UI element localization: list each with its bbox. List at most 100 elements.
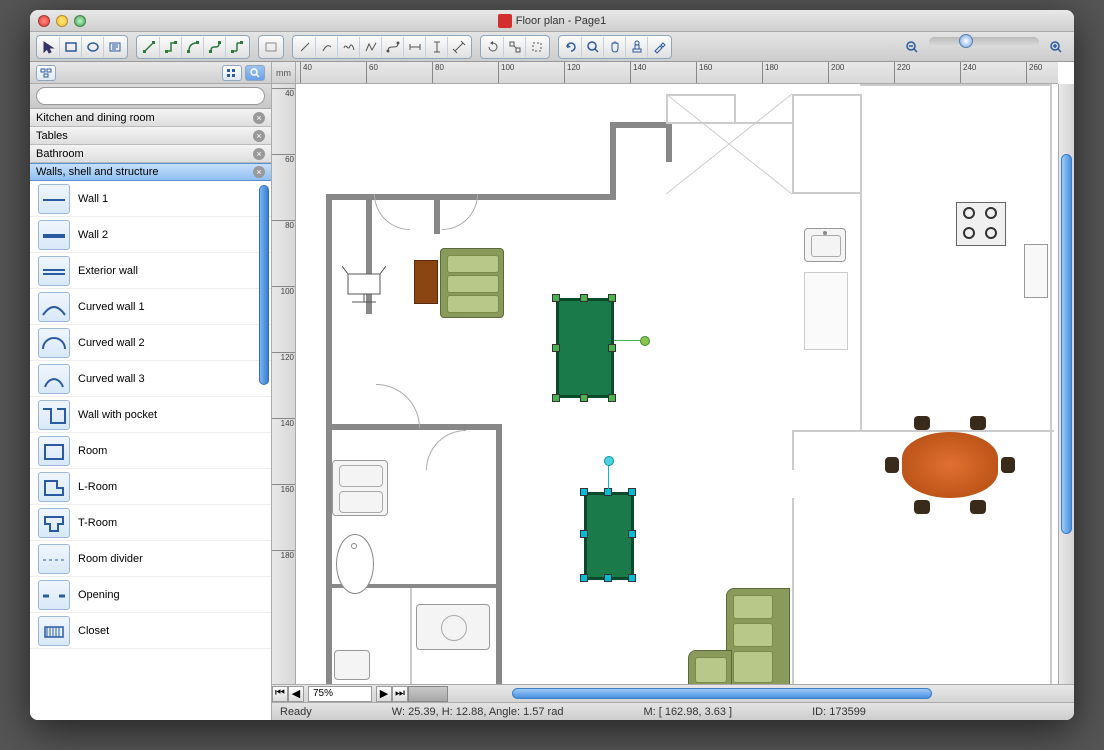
drawing-canvas[interactable] (296, 84, 1058, 684)
sofa-shape[interactable] (440, 248, 504, 318)
crop-tool[interactable] (526, 37, 548, 57)
resize-handle[interactable] (628, 488, 636, 496)
wall-segment[interactable] (610, 122, 616, 200)
close-window-button[interactable] (38, 15, 50, 27)
smart-connector-tool[interactable] (160, 37, 182, 57)
resize-handle[interactable] (608, 294, 616, 302)
l-sofa-corner[interactable] (688, 650, 732, 684)
bathtub-shape[interactable] (336, 534, 374, 594)
line-tool[interactable] (294, 37, 316, 57)
minimize-window-button[interactable] (56, 15, 68, 27)
arc-tool[interactable] (316, 37, 338, 57)
first-page-button[interactable]: ⏮ (272, 686, 288, 702)
zoom-window-button[interactable] (74, 15, 86, 27)
resize-handle[interactable] (608, 394, 616, 402)
polyline-tool[interactable] (360, 37, 382, 57)
wall-segment[interactable] (792, 498, 794, 684)
category-close-icon[interactable]: × (253, 112, 265, 124)
edit-points-tool[interactable] (504, 37, 526, 57)
wall-segment[interactable] (1050, 84, 1052, 684)
resize-handle[interactable] (580, 574, 588, 582)
category-bathroom[interactable]: Bathroom× (30, 145, 271, 163)
dimension-v-tool[interactable] (426, 37, 448, 57)
shape-item-l-room[interactable]: L-Room (30, 469, 271, 505)
wall-segment[interactable] (410, 588, 412, 684)
library-search-input[interactable] (36, 87, 265, 105)
stamp-tool[interactable] (626, 37, 648, 57)
category-kitchen-and-dining-room[interactable]: Kitchen and dining room× (30, 109, 271, 127)
category-close-icon[interactable]: × (253, 166, 265, 178)
pan-tool[interactable] (604, 37, 626, 57)
outline-tab[interactable] (36, 65, 56, 81)
resize-handle[interactable] (552, 344, 560, 352)
next-page-button[interactable]: ▶ (376, 686, 392, 702)
wall-segment[interactable] (860, 94, 862, 194)
insert-object-tool[interactable] (260, 37, 282, 57)
prev-page-button[interactable]: ◀ (288, 686, 304, 702)
door-arc[interactable] (374, 194, 410, 230)
door-arc[interactable] (376, 384, 420, 428)
last-page-button[interactable]: ⏭ (392, 686, 408, 702)
l-sofa-shape[interactable] (726, 588, 790, 684)
resize-handle[interactable] (580, 530, 588, 538)
shape-item-curved-wall-2[interactable]: Curved wall 2 (30, 325, 271, 361)
eyedropper-tool[interactable] (648, 37, 670, 57)
wall-segment[interactable] (792, 122, 794, 194)
sink-shape[interactable] (334, 650, 370, 680)
kitchen-sink-shape[interactable] (804, 228, 846, 262)
pool-table-selected-cyan[interactable] (584, 492, 634, 580)
pointer-tool[interactable] (38, 37, 60, 57)
dining-table-shape[interactable] (890, 420, 1010, 510)
direct-connector-tool[interactable] (138, 37, 160, 57)
wall-segment[interactable] (860, 192, 862, 432)
category-tables[interactable]: Tables× (30, 127, 271, 145)
resize-handle[interactable] (580, 294, 588, 302)
shape-item-room-divider[interactable]: Room divider (30, 541, 271, 577)
category-walls-shell-and-structure[interactable]: Walls, shell and structure× (30, 163, 271, 181)
wall-segment[interactable] (434, 194, 440, 234)
wall-segment[interactable] (860, 84, 1052, 86)
pool-table-selected-green[interactable] (556, 298, 614, 398)
shape-item-exterior-wall[interactable]: Exterior wall (30, 253, 271, 289)
tv-shape[interactable] (342, 264, 386, 304)
vertical-scrollbar-thumb[interactable] (1061, 154, 1072, 534)
bezier-connector-tool[interactable] (204, 37, 226, 57)
resize-handle[interactable] (552, 394, 560, 402)
grid-view-tab[interactable] (222, 65, 242, 81)
round-connector-tool[interactable] (226, 37, 248, 57)
category-close-icon[interactable]: × (253, 148, 265, 160)
zoom-in-button[interactable] (1045, 37, 1067, 57)
double-sink-shape[interactable] (332, 460, 388, 516)
horizontal-ruler[interactable]: 406080100120140160180200220240260 (296, 62, 1058, 84)
ellipse-tool[interactable] (82, 37, 104, 57)
resize-handle[interactable] (604, 574, 612, 582)
spline-tool[interactable] (338, 37, 360, 57)
wall-segment[interactable] (792, 94, 794, 124)
shape-item-wall-with-pocket[interactable]: Wall with pocket (30, 397, 271, 433)
zoom-out-button[interactable] (901, 37, 923, 57)
page-tabs[interactable] (408, 686, 448, 702)
refresh-button[interactable] (560, 37, 582, 57)
shape-item-closet[interactable]: Closet (30, 613, 271, 649)
vertical-scrollbar[interactable] (1058, 84, 1074, 684)
rectangle-tool[interactable] (60, 37, 82, 57)
shape-item-wall-1[interactable]: Wall 1 (30, 181, 271, 217)
vertical-ruler[interactable]: 406080100120140160180 (272, 84, 296, 684)
arc-connector-tool[interactable] (182, 37, 204, 57)
door-arc[interactable] (442, 194, 478, 230)
shape-item-room[interactable]: Room (30, 433, 271, 469)
category-close-icon[interactable]: × (253, 130, 265, 142)
text-tool[interactable] (104, 37, 126, 57)
counter-shape[interactable] (804, 272, 848, 350)
coffee-table-shape[interactable] (414, 260, 438, 304)
shape-item-wall-2[interactable]: Wall 2 (30, 217, 271, 253)
resize-handle[interactable] (580, 488, 588, 496)
search-tab[interactable] (245, 65, 265, 81)
resize-handle[interactable] (628, 530, 636, 538)
rotation-handle[interactable] (640, 336, 650, 346)
zoom-level-display[interactable]: 75% (308, 686, 372, 702)
resize-handle[interactable] (580, 394, 588, 402)
rotation-handle[interactable] (604, 456, 614, 466)
resize-handle[interactable] (628, 574, 636, 582)
wall-segment[interactable] (326, 194, 332, 684)
